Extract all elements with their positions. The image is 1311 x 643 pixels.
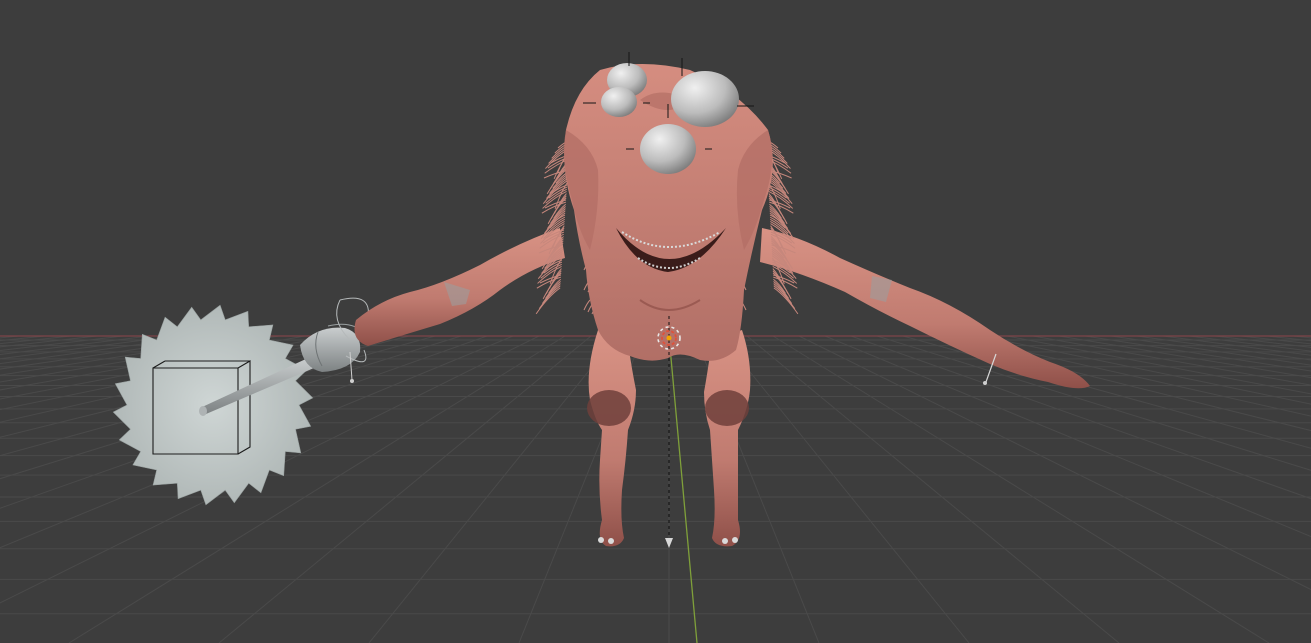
grid-line (1162, 335, 1311, 356)
grid-line (772, 335, 1270, 643)
grid-line (1214, 335, 1311, 348)
grid-line (1266, 335, 1311, 342)
hair-strand (535, 287, 561, 315)
grid-line (1240, 335, 1311, 345)
grid-line (0, 335, 124, 352)
grid-line (954, 335, 1311, 417)
grid-line (0, 335, 46, 342)
grid-line (1110, 335, 1311, 366)
hair-strand (583, 299, 591, 311)
y-axis-line (668, 335, 698, 643)
grid-line (0, 335, 98, 348)
viewport-canvas[interactable] (0, 0, 1311, 643)
eye-center[interactable] (640, 124, 696, 174)
3d-viewport[interactable] (0, 0, 1311, 643)
eye-top-right[interactable] (671, 71, 739, 127)
hair-strand (773, 287, 799, 315)
grid-line (980, 335, 1311, 405)
creature-arm-left[interactable] (354, 228, 566, 346)
grid-line (368, 335, 618, 643)
grid-line (0, 335, 72, 345)
grid-line (876, 335, 1311, 471)
creature-arm-right[interactable] (760, 228, 1090, 389)
grid-line (1058, 335, 1311, 379)
grid-line (720, 335, 970, 643)
